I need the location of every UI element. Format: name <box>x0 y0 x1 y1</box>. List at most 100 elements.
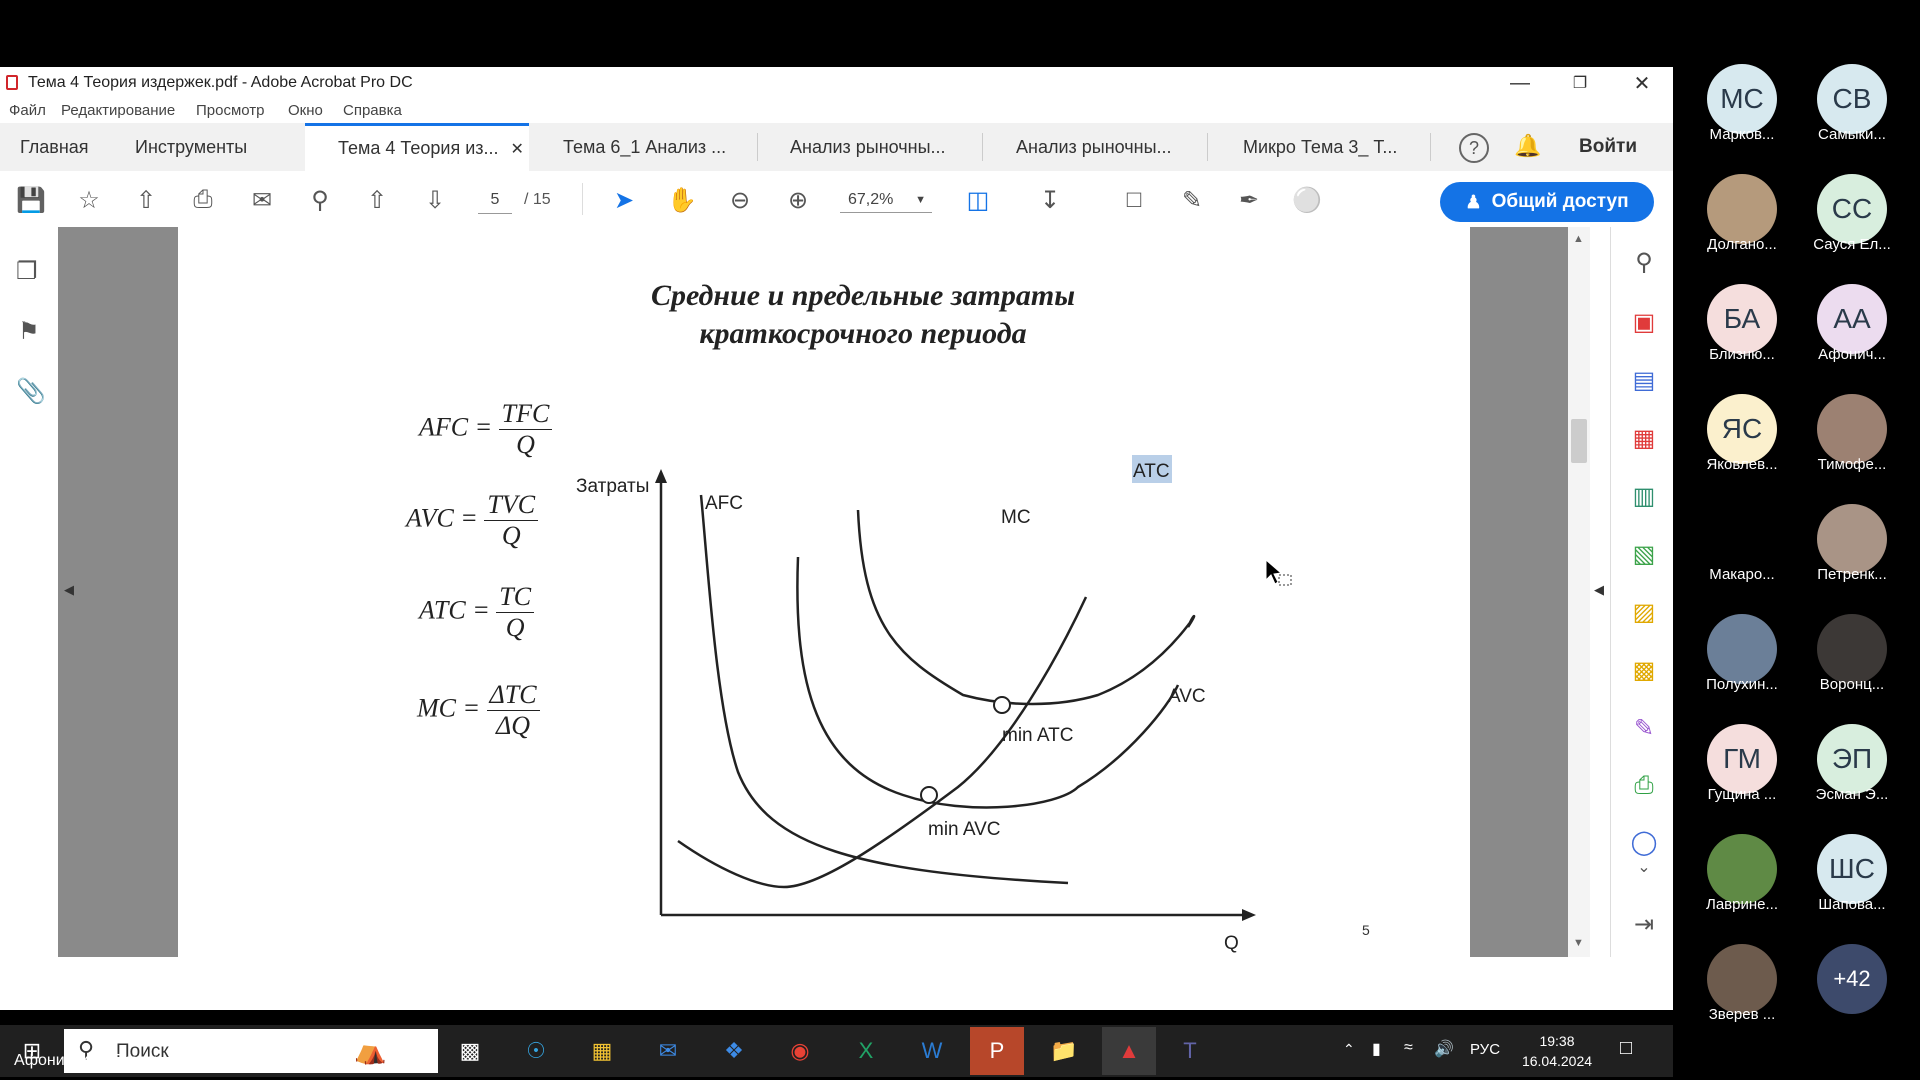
scroll-mode-icon[interactable]: ↧ <box>1035 185 1065 215</box>
participant-avatar[interactable] <box>1707 834 1777 904</box>
participant-avatar[interactable] <box>1817 504 1887 574</box>
highlight-pen-icon[interactable]: ✎ <box>1177 185 1207 215</box>
tab-divider <box>757 133 758 161</box>
compress-icon[interactable]: ▧ <box>1629 539 1659 569</box>
participant-avatar[interactable]: СВ <box>1817 64 1887 134</box>
store-icon[interactable]: ▦ <box>582 1033 622 1069</box>
expand-rail-icon[interactable]: ⇥ <box>1629 909 1659 939</box>
participant-avatar[interactable]: БА <box>1707 284 1777 354</box>
edit-pdf-icon[interactable]: ▥ <box>1629 481 1659 511</box>
vertical-scrollbar[interactable]: ▲ ▼ <box>1568 227 1590 957</box>
wifi-icon[interactable]: ≈ <box>1404 1039 1413 1057</box>
next-page-icon[interactable]: ⇩ <box>420 185 450 215</box>
doc-tab-3[interactable]: Анализ рыночны... <box>790 123 946 171</box>
menu-window[interactable]: Окно <box>288 102 323 119</box>
restore-icon[interactable]: ❐ <box>1550 67 1610 99</box>
doc-tab-1[interactable]: Тема 4 Теория из... ✕ <box>305 123 529 171</box>
participant-avatar[interactable]: ГМ <box>1707 724 1777 794</box>
sign-icon[interactable]: ✒ <box>1234 185 1264 215</box>
more-participants-badge[interactable]: +42 <box>1817 944 1887 1014</box>
prev-page-icon[interactable]: ⇧ <box>362 185 392 215</box>
print-icon[interactable]: ⎙ <box>188 185 218 215</box>
comment-icon[interactable]: □ <box>1119 185 1149 215</box>
doc-tab-5[interactable]: Микро Тема 3_ Т... <box>1243 123 1397 171</box>
save-icon[interactable]: 💾 <box>16 185 46 215</box>
excel-icon[interactable]: X <box>846 1033 886 1069</box>
participant-avatar[interactable] <box>1707 174 1777 244</box>
task-view-icon[interactable]: ▩ <box>450 1033 490 1069</box>
combine-files-icon[interactable]: ▨ <box>1629 597 1659 627</box>
participant-avatar[interactable]: ЯС <box>1707 394 1777 464</box>
clock[interactable]: 19:38 16.04.2024 <box>1520 1031 1594 1071</box>
mail-icon[interactable]: ✉ <box>247 185 277 215</box>
bookmark-icon[interactable]: ⚑ <box>18 317 40 346</box>
teams-icon[interactable]: T <box>1170 1033 1210 1069</box>
participant-avatar[interactable] <box>1707 504 1777 574</box>
zoom-out-icon[interactable]: ⊖ <box>725 185 755 215</box>
edge-icon[interactable]: ☉ <box>516 1033 556 1069</box>
zoom-select[interactable]: 67,2% ▼ <box>840 187 932 213</box>
page-number-input[interactable]: 5 <box>478 187 512 214</box>
bell-icon[interactable]: 🔔 <box>1514 133 1541 159</box>
tag-icon[interactable]: ⚪ <box>1292 185 1322 215</box>
participant-avatar[interactable]: ЭП <box>1817 724 1887 794</box>
upload-cloud-icon[interactable]: ⇧ <box>131 185 161 215</box>
share-button[interactable]: ♟ Общий доступ <box>1440 182 1654 222</box>
fill-sign-icon[interactable]: ✎ <box>1629 713 1659 743</box>
create-pdf-icon[interactable]: ▣ <box>1629 307 1659 337</box>
export-pdf-icon[interactable]: ▤ <box>1629 365 1659 395</box>
scroll-up-icon[interactable]: ▲ <box>1573 233 1584 245</box>
file-explorer-icon[interactable]: 📁 <box>1044 1033 1084 1069</box>
menu-edit[interactable]: Редактирование <box>61 102 175 119</box>
search-zoom-icon[interactable]: ⚲ <box>305 185 335 215</box>
tab-tools[interactable]: Инструменты <box>135 123 247 171</box>
acrobat-taskbar-icon[interactable]: ▲ <box>1102 1027 1156 1075</box>
sign-in-button[interactable]: Войти <box>1579 123 1637 171</box>
tab-home[interactable]: Главная <box>20 123 89 171</box>
fit-page-icon[interactable]: ◫ <box>963 185 993 215</box>
notifications-icon[interactable]: □ <box>1620 1037 1632 1060</box>
select-arrow-icon[interactable]: ➤ <box>609 185 639 215</box>
pages-icon[interactable]: ❐ <box>16 257 38 286</box>
doc-tab-4[interactable]: Анализ рыночны... <box>1016 123 1172 171</box>
participant-avatar[interactable] <box>1817 614 1887 684</box>
participant-avatar[interactable] <box>1707 944 1777 1014</box>
participant-avatar[interactable] <box>1817 394 1887 464</box>
menu-help[interactable]: Справка <box>343 102 402 119</box>
participant-avatar[interactable]: ШС <box>1817 834 1887 904</box>
close-tab-icon[interactable]: ✕ <box>511 139 524 159</box>
hand-icon[interactable]: ✋ <box>667 185 697 215</box>
chrome-icon[interactable]: ◉ <box>780 1033 820 1069</box>
scroll-thumb[interactable] <box>1571 419 1587 463</box>
collapse-right-icon[interactable]: ◀ <box>1594 582 1604 598</box>
mail-app-icon[interactable]: ✉ <box>648 1033 688 1069</box>
star-icon[interactable]: ☆ <box>74 185 104 215</box>
minimize-icon[interactable]: — <box>1490 67 1550 99</box>
organize-pages-icon[interactable]: ▦ <box>1629 423 1659 453</box>
menu-file[interactable]: Файл <box>9 102 46 119</box>
collapse-left-icon[interactable]: ◀ <box>64 582 74 598</box>
participant-avatar[interactable] <box>1707 614 1777 684</box>
widget-app-icon[interactable]: ❖ <box>714 1033 754 1069</box>
word-icon[interactable]: W <box>912 1033 952 1069</box>
zoom-tool-icon[interactable]: ⚲ <box>1629 247 1659 277</box>
participant-avatar[interactable]: АА <box>1817 284 1887 354</box>
menu-view[interactable]: Просмотр <box>196 102 265 119</box>
battery-icon[interactable]: ▮ <box>1372 1039 1381 1059</box>
doc-tab-2[interactable]: Тема 6_1 Анализ ... <box>563 123 726 171</box>
tray-chevron-icon[interactable]: ⌃ <box>1343 1041 1355 1058</box>
help-icon[interactable]: ? <box>1459 133 1489 163</box>
close-icon[interactable]: ✕ <box>1612 67 1672 99</box>
volume-icon[interactable]: 🔊 <box>1434 1039 1454 1059</box>
zoom-in-icon[interactable]: ⊕ <box>783 185 813 215</box>
scroll-down-icon[interactable]: ▼ <box>1573 937 1584 949</box>
comment-tool-icon[interactable]: ▩ <box>1629 655 1659 685</box>
language-indicator[interactable]: РУС <box>1470 1041 1500 1058</box>
participant-avatar[interactable]: МС <box>1707 64 1777 134</box>
print-production-icon[interactable]: ⎙ <box>1629 771 1659 801</box>
attachment-icon[interactable]: 📎 <box>16 377 46 406</box>
participants-panel: МС Марков... СВ Самыки... Долгано... СС … <box>1673 0 1920 1080</box>
more-tools-chevron-icon[interactable]: ⌄ <box>1629 852 1659 882</box>
powerpoint-icon[interactable]: P <box>970 1027 1024 1075</box>
participant-avatar[interactable]: СС <box>1817 174 1887 244</box>
